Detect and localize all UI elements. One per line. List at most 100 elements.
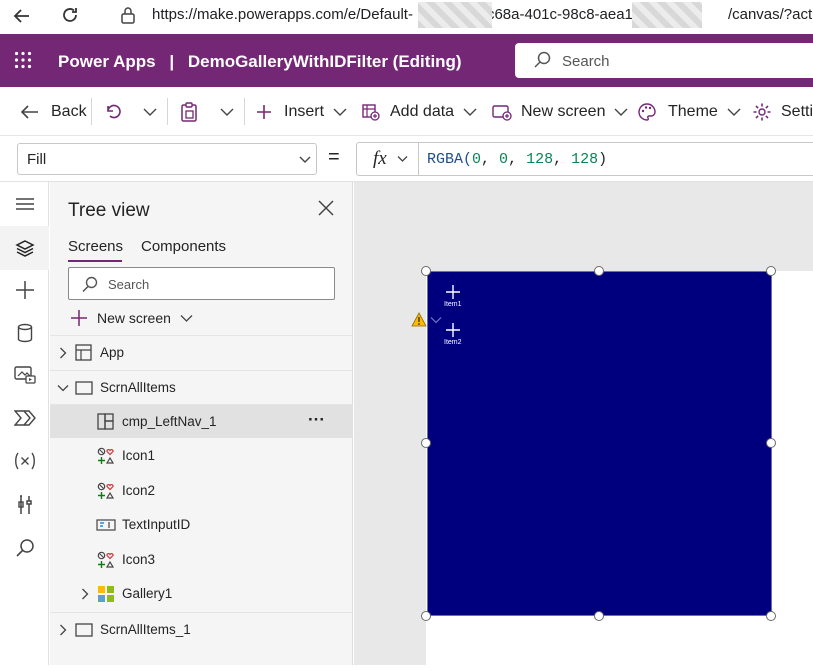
back-label: Back bbox=[51, 102, 87, 120]
chevron-down-icon bbox=[727, 108, 741, 116]
property-dropdown[interactable]: Fill bbox=[17, 143, 317, 175]
tree-item-label: cmp_LeftNav_1 bbox=[122, 414, 217, 429]
warning-icon[interactable] bbox=[411, 312, 427, 327]
property-value: Fill bbox=[27, 151, 47, 168]
url-part-end: /canvas/?action= bbox=[727, 6, 813, 23]
fx-label: fx bbox=[373, 148, 387, 169]
more-options-icon[interactable]: ··· bbox=[308, 410, 325, 430]
plus-icon bbox=[71, 310, 87, 326]
canvas-area[interactable]: Item1 Item2 bbox=[354, 182, 813, 671]
advanced-tools-button[interactable] bbox=[0, 483, 49, 527]
tree-view-button[interactable] bbox=[0, 226, 49, 270]
search-rail-button[interactable] bbox=[0, 526, 49, 570]
tree-item-icon[interactable]: Icon2 bbox=[50, 474, 353, 508]
nav-item-label: Item2 bbox=[444, 339, 462, 346]
resize-handle[interactable] bbox=[594, 611, 604, 621]
tree-item-label: Icon1 bbox=[122, 448, 156, 463]
tree-item-gallery[interactable]: Gallery1 bbox=[50, 577, 353, 611]
power-automate-button[interactable] bbox=[0, 396, 49, 440]
menu-button[interactable] bbox=[0, 182, 49, 226]
tree-item-text-input[interactable]: TextInputID bbox=[50, 508, 353, 542]
close-icon[interactable] bbox=[316, 198, 336, 218]
icons-control-icon bbox=[97, 551, 115, 568]
settings-label: Setti bbox=[781, 102, 813, 120]
clipboard-icon bbox=[181, 101, 197, 122]
formula-arg: 0 bbox=[472, 151, 482, 168]
formula-input[interactable]: fx RGBA(0, 0, 128, 128) bbox=[356, 142, 813, 176]
tree-item-label: ScrnAllItems_1 bbox=[100, 622, 191, 637]
search-icon bbox=[15, 539, 34, 557]
resize-handle[interactable] bbox=[766, 611, 776, 621]
insert-button[interactable]: Insert bbox=[256, 87, 347, 136]
tree-item-screen[interactable]: ScrnAllItems bbox=[50, 370, 353, 404]
gear-icon bbox=[753, 103, 771, 120]
component-icon bbox=[97, 413, 114, 430]
nav-item[interactable]: Item1 bbox=[444, 284, 462, 308]
undo-dropdown[interactable] bbox=[143, 87, 157, 136]
header-search[interactable]: Search bbox=[515, 43, 813, 78]
tree-item-icon[interactable]: Icon1 bbox=[50, 439, 353, 473]
formula-arg: 128 bbox=[526, 151, 554, 168]
add-data-button[interactable]: Add data bbox=[362, 87, 477, 136]
resize-handle[interactable] bbox=[766, 266, 776, 276]
divider bbox=[244, 98, 245, 125]
tree-item-screen[interactable]: ScrnAllItems_1 bbox=[50, 612, 353, 646]
formula-bar: Fill = fx RGBA(0, 0, 128, 128) bbox=[0, 136, 813, 182]
plus-icon bbox=[15, 281, 34, 299]
chevron-right-icon[interactable] bbox=[59, 347, 67, 359]
divider bbox=[91, 98, 92, 125]
chevron-down-icon bbox=[397, 156, 408, 162]
resize-handle[interactable] bbox=[421, 438, 431, 448]
equals-sign: = bbox=[328, 146, 340, 168]
media-icon bbox=[13, 366, 36, 384]
tree-item-app[interactable]: App bbox=[50, 335, 353, 369]
icons-control-icon bbox=[97, 482, 115, 499]
chevron-right-icon[interactable] bbox=[81, 588, 89, 600]
fx-button[interactable]: fx bbox=[357, 143, 419, 175]
theme-button[interactable]: Theme bbox=[637, 87, 741, 136]
nav-item[interactable]: Item2 bbox=[444, 322, 462, 346]
chevron-down-icon bbox=[614, 108, 628, 116]
app-name: Power Apps bbox=[58, 52, 156, 71]
undo-button[interactable] bbox=[104, 87, 122, 136]
variables-button[interactable] bbox=[0, 439, 49, 483]
media-button[interactable] bbox=[0, 353, 49, 397]
new-screen-button[interactable]: New screen bbox=[492, 87, 628, 136]
settings-button[interactable]: Setti bbox=[752, 87, 813, 136]
chevron-down-icon bbox=[333, 108, 347, 116]
tree-search-input[interactable]: Search bbox=[68, 267, 335, 300]
app-launcher-icon[interactable] bbox=[14, 51, 32, 69]
app-icon bbox=[75, 344, 92, 361]
resize-handle[interactable] bbox=[594, 266, 604, 276]
chevron-right-icon[interactable] bbox=[59, 624, 67, 636]
command-bar: Back Insert Add data New screen Theme Se… bbox=[0, 87, 813, 136]
panel-title: Tree view bbox=[68, 200, 150, 221]
resize-handle[interactable] bbox=[421, 611, 431, 621]
resize-handle[interactable] bbox=[421, 266, 431, 276]
paste-dropdown[interactable] bbox=[220, 87, 234, 136]
browser-back-icon[interactable] bbox=[12, 6, 32, 26]
back-button[interactable]: Back bbox=[20, 87, 87, 136]
gallery-icon bbox=[98, 586, 114, 602]
active-tab-indicator bbox=[68, 260, 122, 262]
browser-reload-icon[interactable] bbox=[60, 5, 80, 25]
tab-screens[interactable]: Screens bbox=[68, 238, 123, 255]
tab-components[interactable]: Components bbox=[141, 238, 226, 255]
data-button[interactable] bbox=[0, 311, 49, 355]
formula-func: RGBA( bbox=[427, 151, 473, 168]
paste-button[interactable] bbox=[180, 87, 198, 136]
new-screen-link[interactable]: New screen bbox=[70, 308, 193, 328]
tree-item-icon[interactable]: Icon3 bbox=[50, 543, 353, 577]
chevron-down-icon[interactable] bbox=[430, 316, 442, 324]
chevron-down-icon bbox=[220, 108, 234, 116]
tree-item-label: TextInputID bbox=[122, 517, 191, 532]
left-nav-component[interactable]: Item1 Item2 bbox=[427, 271, 772, 616]
insert-rail-button[interactable] bbox=[0, 268, 49, 312]
chevron-down-icon[interactable] bbox=[57, 384, 69, 392]
back-arrow-icon bbox=[20, 104, 38, 119]
resize-handle[interactable] bbox=[766, 438, 776, 448]
icons-control-icon bbox=[97, 447, 115, 464]
site-info-icon[interactable] bbox=[120, 6, 136, 24]
plus-icon bbox=[445, 285, 460, 299]
tree-item-component[interactable]: cmp_LeftNav_1 ··· bbox=[50, 404, 353, 438]
